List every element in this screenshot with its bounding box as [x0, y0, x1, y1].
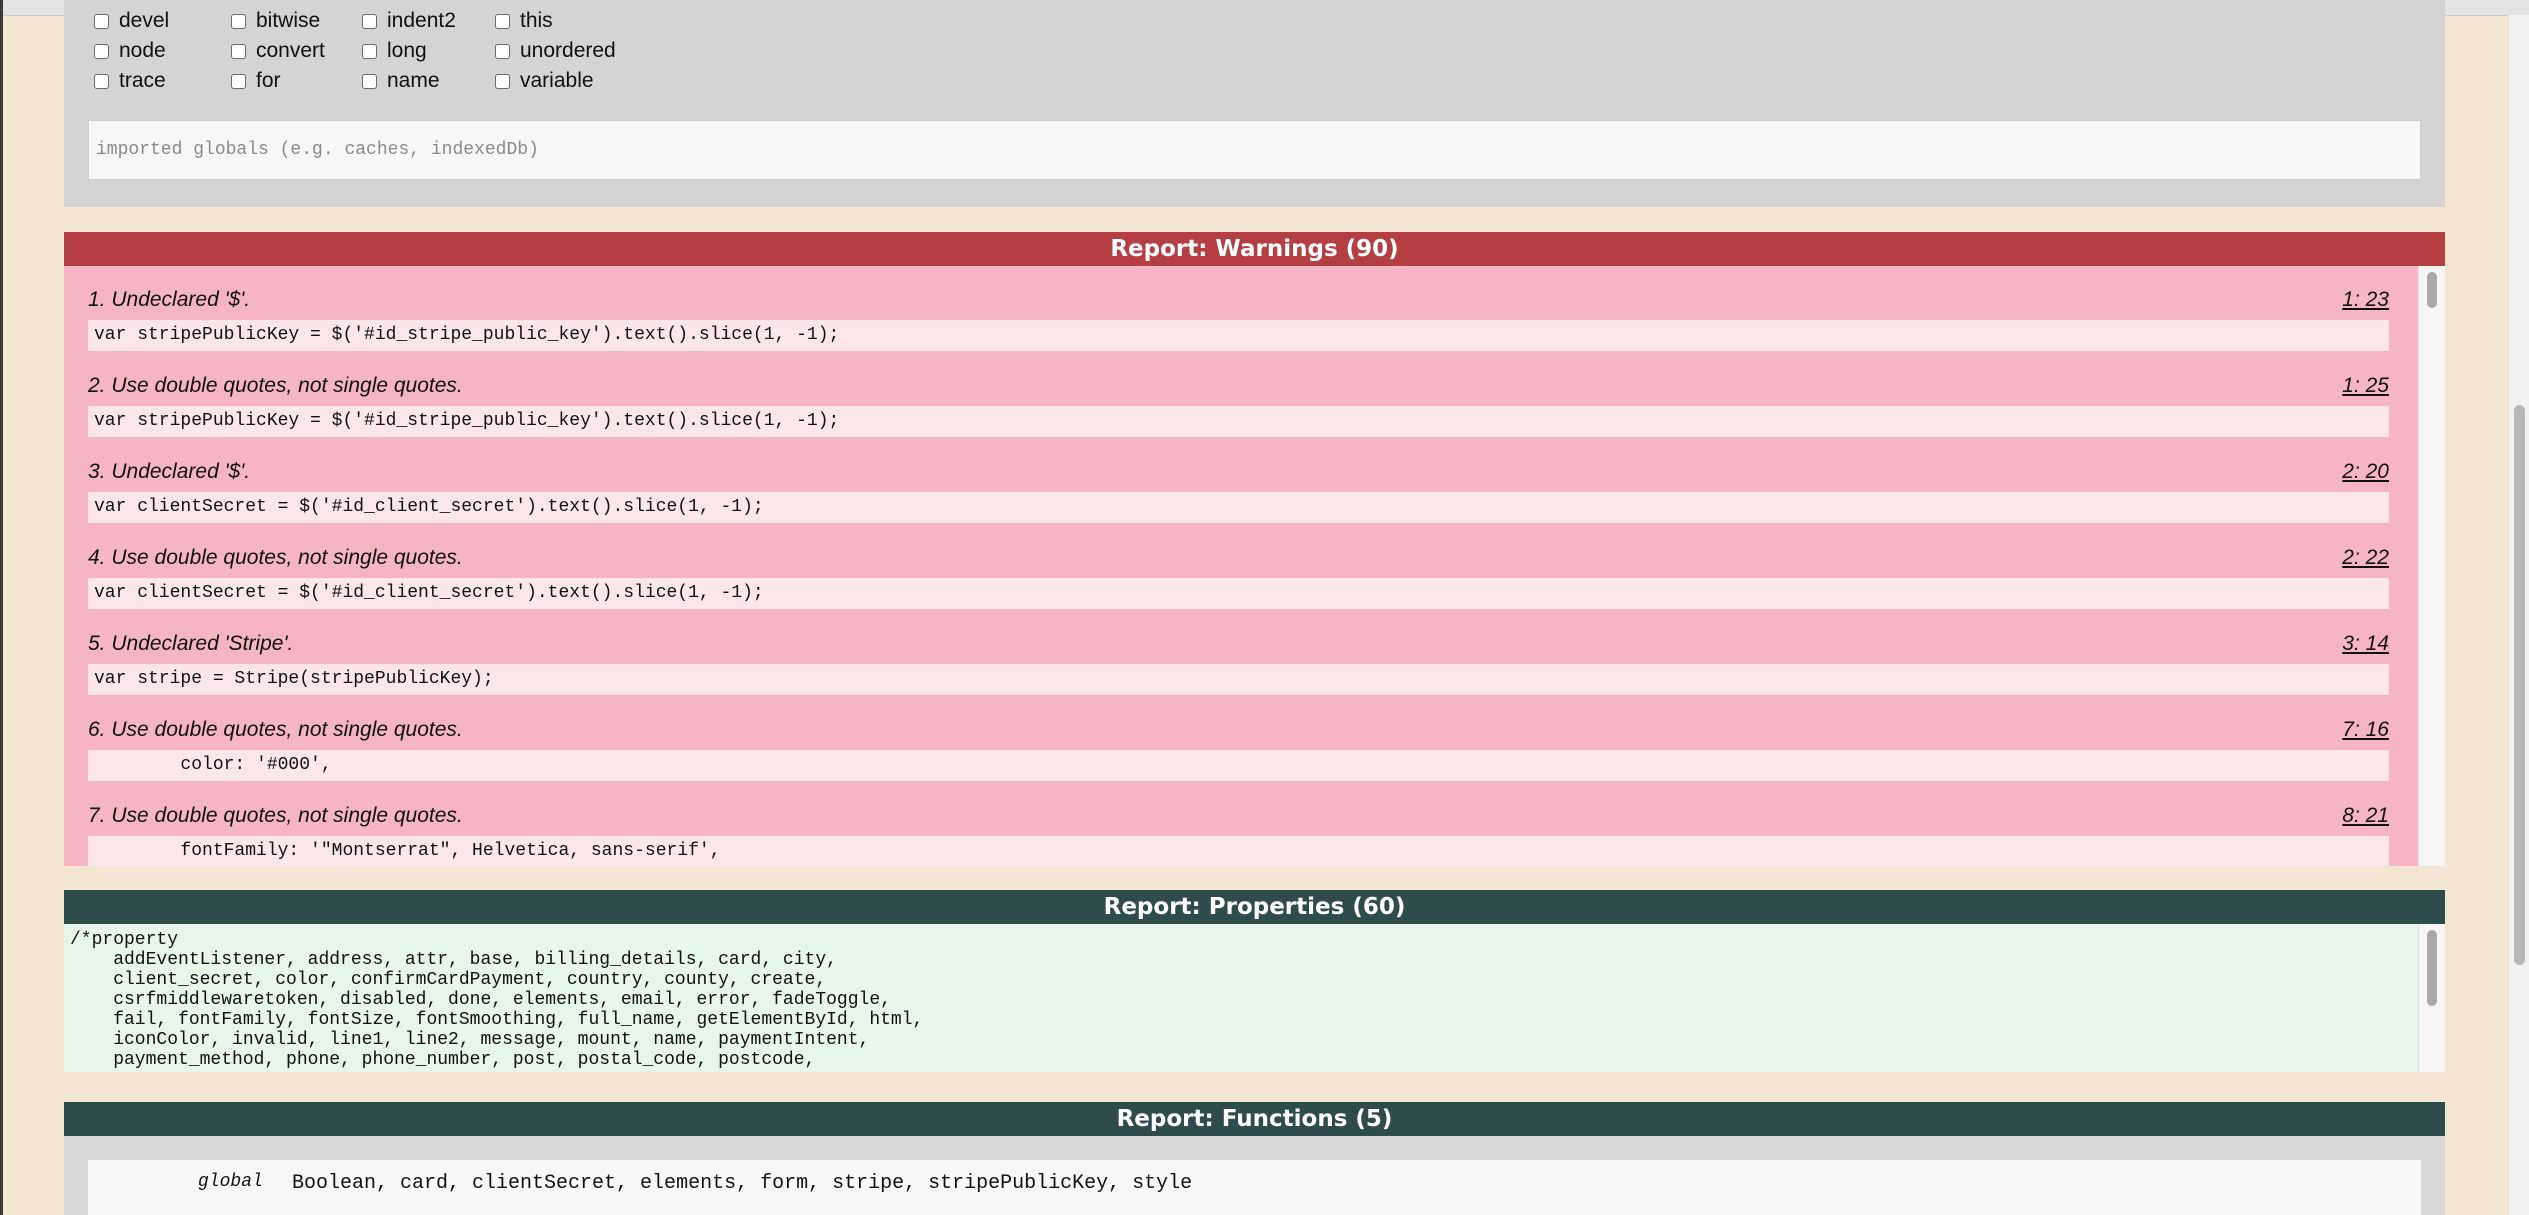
warning-item: 2. Use double quotes, not single quotes.… — [88, 352, 2389, 438]
properties-header: Report: Properties (60) — [64, 890, 2445, 924]
checkbox-icon[interactable] — [495, 43, 510, 59]
option-variable[interactable]: variable — [495, 66, 594, 96]
warning-message: 1. Undeclared '$'. — [88, 288, 251, 311]
option-bitwise[interactable]: bitwise — [231, 6, 320, 36]
checkbox-icon[interactable] — [94, 43, 109, 59]
properties-text: /*property addEventListener, address, at… — [70, 930, 924, 1070]
properties-scroll-thumb[interactable] — [2427, 930, 2437, 1006]
warning-item: 5. Undeclared 'Stripe'. 3: 14 var stripe… — [88, 610, 2389, 696]
option-label: bitwise — [256, 9, 321, 32]
warning-item: 3. Undeclared '$'. 2: 20 var clientSecre… — [88, 438, 2389, 524]
warning-item: 1. Undeclared '$'. 1: 23 var stripePubli… — [88, 266, 2389, 352]
warning-message: 4. Use double quotes, not single quotes. — [88, 546, 463, 569]
properties-panel[interactable]: /*property addEventListener, address, at… — [64, 924, 2445, 1072]
option-long[interactable]: long — [362, 36, 427, 66]
option-label: convert — [256, 39, 325, 62]
checkbox-icon[interactable] — [362, 13, 377, 29]
warning-code: var stripePublicKey = $('#id_stripe_publ… — [88, 320, 2389, 351]
option-name[interactable]: name — [362, 66, 440, 96]
option-label: indent2 — [387, 9, 456, 32]
checkbox-icon[interactable] — [495, 13, 510, 29]
option-label: node — [119, 39, 166, 62]
option-this[interactable]: this — [495, 6, 553, 36]
warning-location-link[interactable]: 1: 23 — [2342, 288, 2389, 312]
warning-item: 4. Use double quotes, not single quotes.… — [88, 524, 2389, 610]
checkbox-icon[interactable] — [231, 73, 246, 89]
checkbox-icon[interactable] — [94, 13, 109, 29]
option-label: devel — [119, 9, 170, 32]
option-label: long — [387, 39, 427, 62]
option-unordered[interactable]: unordered — [495, 36, 616, 66]
globals-input[interactable] — [88, 120, 2421, 180]
option-label: variable — [520, 69, 594, 92]
checkbox-icon[interactable] — [495, 73, 510, 89]
checkbox-icon[interactable] — [231, 13, 246, 29]
warning-code: fontFamily: '"Montserrat", Helvetica, sa… — [88, 836, 2389, 866]
option-label: name — [387, 69, 440, 92]
functions-header: Report: Functions (5) — [64, 1102, 2445, 1136]
warning-code: var stripe = Stripe(stripePublicKey); — [88, 664, 2389, 695]
warning-location-link[interactable]: 3: 14 — [2342, 632, 2389, 656]
warnings-scrollbar[interactable] — [2418, 266, 2445, 866]
option-trace[interactable]: trace — [94, 66, 166, 96]
warning-message: 6. Use double quotes, not single quotes. — [88, 718, 463, 741]
warning-location-link[interactable]: 8: 21 — [2342, 804, 2389, 828]
functions-row: global Boolean, card, clientSecret, elem… — [88, 1160, 2421, 1215]
checkbox-icon[interactable] — [231, 43, 246, 59]
option-devel[interactable]: devel — [94, 6, 169, 36]
warning-message: 3. Undeclared '$'. — [88, 460, 251, 483]
warning-item: 7. Use double quotes, not single quotes.… — [88, 782, 2389, 866]
warning-location-link[interactable]: 7: 16 — [2342, 718, 2389, 742]
warning-location-link[interactable]: 1: 25 — [2342, 374, 2389, 398]
warning-code: var clientSecret = $('#id_client_secret'… — [88, 492, 2389, 523]
functions-scope-label: global — [198, 1172, 263, 1192]
warnings-header: Report: Warnings (90) — [64, 232, 2445, 266]
warning-item: 6. Use double quotes, not single quotes.… — [88, 696, 2389, 782]
jslint-report-page: devel bitwise indent2 this node convert … — [0, 0, 2529, 1215]
option-label: unordered — [520, 39, 616, 62]
page-scroll-thumb[interactable] — [2514, 405, 2525, 965]
option-label: trace — [119, 69, 166, 92]
warning-message: 5. Undeclared 'Stripe'. — [88, 632, 294, 655]
option-convert[interactable]: convert — [231, 36, 325, 66]
warning-code: color: '#000', — [88, 750, 2389, 781]
option-indent2[interactable]: indent2 — [362, 6, 456, 36]
option-node[interactable]: node — [94, 36, 166, 66]
warning-message: 2. Use double quotes, not single quotes. — [88, 374, 463, 397]
functions-names: Boolean, card, clientSecret, elements, f… — [292, 1172, 1193, 1195]
warning-location-link[interactable]: 2: 20 — [2342, 460, 2389, 484]
left-edge — [0, 0, 3, 1215]
warning-code: var clientSecret = $('#id_client_secret'… — [88, 578, 2389, 609]
option-label: this — [520, 9, 553, 32]
warnings-scroll-thumb[interactable] — [2427, 272, 2437, 308]
warning-code: var stripePublicKey = $('#id_stripe_publ… — [88, 406, 2389, 437]
warnings-panel[interactable]: 1. Undeclared '$'. 1: 23 var stripePubli… — [64, 266, 2445, 866]
functions-panel: global Boolean, card, clientSecret, elem… — [64, 1136, 2445, 1215]
checkbox-icon[interactable] — [94, 73, 109, 89]
option-label: for — [256, 69, 281, 92]
checkbox-icon[interactable] — [362, 73, 377, 89]
warning-location-link[interactable]: 2: 22 — [2342, 546, 2389, 570]
page-scrollbar[interactable] — [2508, 15, 2529, 1215]
option-for[interactable]: for — [231, 66, 281, 96]
warning-message: 7. Use double quotes, not single quotes. — [88, 804, 463, 827]
checkbox-icon[interactable] — [362, 43, 377, 59]
properties-scrollbar[interactable] — [2418, 924, 2445, 1072]
